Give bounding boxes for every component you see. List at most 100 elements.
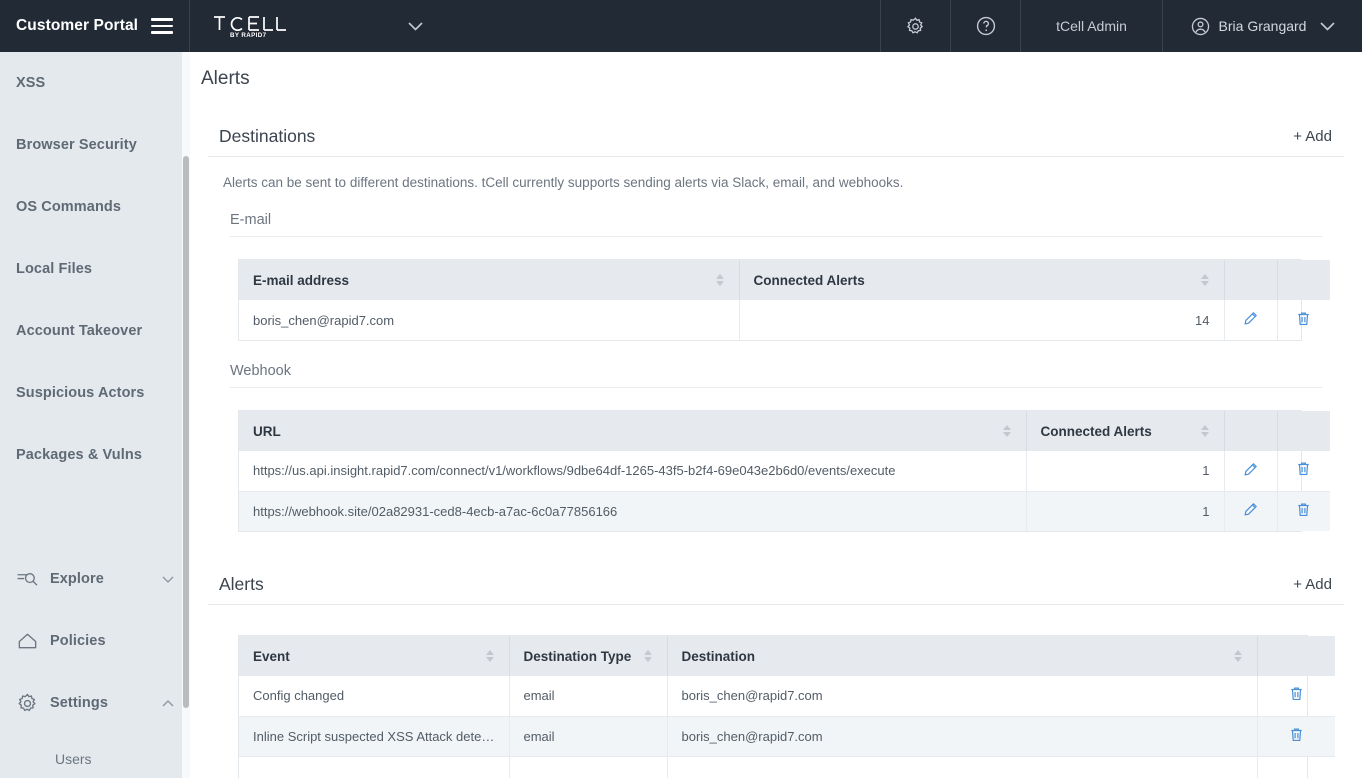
help-button[interactable] xyxy=(950,0,1020,52)
sidebar-item-settings[interactable]: Settings xyxy=(0,672,182,734)
cell-destination-type: email xyxy=(509,676,668,716)
column-label: Destination Type xyxy=(523,648,632,664)
portal-title: Customer Portal xyxy=(16,17,139,34)
question-circle-icon xyxy=(976,16,995,36)
destinations-title: Destinations xyxy=(219,126,316,146)
table-row xyxy=(239,755,1335,778)
user-name: Bria Grangard xyxy=(1218,18,1307,34)
chevron-down-icon[interactable] xyxy=(154,576,182,583)
column-email-address[interactable]: E-mail address xyxy=(239,260,740,300)
cell-delete[interactable] xyxy=(1257,676,1335,716)
app-switcher-caret[interactable] xyxy=(380,0,450,52)
destinations-header: Destinations + Add xyxy=(208,126,1344,157)
sort-icon[interactable] xyxy=(1002,425,1012,437)
column-delete xyxy=(1277,411,1330,451)
column-destination[interactable]: Destination xyxy=(667,636,1258,676)
tcell-logo: BY RAPID7 xyxy=(190,0,380,52)
cell-email-address: boris_chen@rapid7.com xyxy=(239,300,740,340)
hamburger-icon[interactable] xyxy=(151,18,173,34)
explore-search-icon xyxy=(16,570,50,589)
table-row: https://webhook.site/02a82931-ced8-4ecb-… xyxy=(239,490,1330,531)
add-destination-button[interactable]: + Add xyxy=(1289,126,1336,147)
settings-button[interactable] xyxy=(880,0,950,52)
pencil-icon[interactable] xyxy=(1243,502,1258,517)
trash-icon[interactable] xyxy=(1296,461,1311,477)
sidebar-item-os-commands[interactable]: OS Commands xyxy=(0,176,182,238)
sidebar-item-explore[interactable]: Explore xyxy=(0,548,182,610)
sort-icon[interactable] xyxy=(715,274,725,286)
sidebar-item-policies[interactable]: Policies xyxy=(0,610,182,672)
trash-icon[interactable] xyxy=(1289,686,1304,702)
page-title: Alerts xyxy=(201,68,250,89)
sidebar-subitem-users[interactable]: Users xyxy=(0,734,182,778)
trash-icon[interactable] xyxy=(1289,727,1304,743)
sidebar-item-label: Settings xyxy=(50,695,108,711)
cell-delete[interactable] xyxy=(1257,715,1335,756)
sort-icon[interactable] xyxy=(1200,274,1210,286)
table-row: boris_chen@rapid7.com 14 xyxy=(239,300,1330,340)
alerts-header: Alerts + Add xyxy=(208,574,1344,605)
alerts-table-wrap: Event Destination Type Destination Confi… xyxy=(238,635,1335,778)
sidebar-item-local-files[interactable]: Local Files xyxy=(0,238,182,300)
sort-icon[interactable] xyxy=(485,650,495,662)
sort-icon[interactable] xyxy=(1200,425,1210,437)
sidebar-scrollbar-thumb[interactable] xyxy=(183,156,189,708)
sidebar-scrollbar-track[interactable] xyxy=(182,52,190,778)
portal-brand-area: Customer Portal xyxy=(0,0,190,52)
cell-delete[interactable] xyxy=(1277,490,1330,531)
tcell-logo-mark: BY RAPID7 xyxy=(212,13,290,39)
column-connected-alerts[interactable]: Connected Alerts xyxy=(1026,411,1225,451)
trash-icon[interactable] xyxy=(1296,502,1311,518)
cell-delete[interactable] xyxy=(1257,755,1335,778)
user-menu[interactable]: Bria Grangard xyxy=(1162,0,1362,52)
column-connected-alerts[interactable]: Connected Alerts xyxy=(739,260,1225,300)
pencil-icon[interactable] xyxy=(1243,311,1258,326)
column-destination-type[interactable]: Destination Type xyxy=(509,636,668,676)
pencil-icon[interactable] xyxy=(1243,462,1258,477)
cell-url: https://webhook.site/02a82931-ced8-4ecb-… xyxy=(239,490,1027,531)
column-edit xyxy=(1224,411,1278,451)
sidebar-item-packages-vulns[interactable]: Packages & Vulns xyxy=(0,424,182,486)
sort-icon[interactable] xyxy=(1233,650,1243,662)
cell-delete[interactable] xyxy=(1277,451,1330,491)
column-event[interactable]: Event xyxy=(239,636,510,676)
column-label: E-mail address xyxy=(253,272,350,288)
sidebar-item-label: Suspicious Actors xyxy=(16,385,145,401)
trash-icon[interactable] xyxy=(1296,311,1311,327)
cell-event: Inline Script suspected XSS Attack detec… xyxy=(239,715,510,756)
column-label: Connected Alerts xyxy=(753,272,865,288)
cell-destination xyxy=(667,755,1258,778)
destinations-description: Alerts can be sent to different destinat… xyxy=(223,175,904,190)
column-url[interactable]: URL xyxy=(239,411,1027,451)
column-delete xyxy=(1277,260,1330,300)
table-header-row: E-mail address Connected Alerts xyxy=(239,260,1330,300)
sidebar-item-label: Policies xyxy=(50,633,106,649)
sidebar-item-account-takeover[interactable]: Account Takeover xyxy=(0,300,182,362)
user-circle-icon xyxy=(1191,17,1209,35)
chevron-down-icon xyxy=(407,21,423,31)
email-section-label: E-mail xyxy=(230,212,1322,237)
sort-icon[interactable] xyxy=(643,650,653,662)
destinations-panel: Destinations + Add Alerts can be sent to… xyxy=(208,126,1344,532)
webhook-destinations-table-wrap: URL Connected Alerts https://us.api.insi… xyxy=(238,410,1330,532)
chevron-up-icon[interactable] xyxy=(154,699,182,707)
cell-edit[interactable] xyxy=(1224,490,1278,531)
sidebar-item-label: Local Files xyxy=(16,261,93,277)
sidebar-item-browser-security[interactable]: Browser Security xyxy=(0,114,182,176)
home-shield-icon xyxy=(16,631,50,651)
alerts-panel: Alerts + Add Event Destination Type Dest… xyxy=(208,574,1344,778)
table-row: https://us.api.insight.rapid7.com/connec… xyxy=(239,451,1330,491)
cell-delete[interactable] xyxy=(1277,300,1330,340)
sidebar-item-xss[interactable]: XSS xyxy=(0,52,182,114)
cell-edit[interactable] xyxy=(1224,300,1278,340)
column-label: Connected Alerts xyxy=(1040,423,1152,439)
cell-destination-type: email xyxy=(509,715,668,756)
sidebar-item-label: XSS xyxy=(16,75,46,91)
add-alert-button[interactable]: + Add xyxy=(1289,574,1336,595)
gear-icon xyxy=(16,692,50,715)
cell-edit[interactable] xyxy=(1224,451,1278,491)
sidebar-item-suspicious-actors[interactable]: Suspicious Actors xyxy=(0,362,182,424)
table-header-row: URL Connected Alerts xyxy=(239,411,1330,451)
tcell-admin-link[interactable]: tCell Admin xyxy=(1020,0,1162,52)
